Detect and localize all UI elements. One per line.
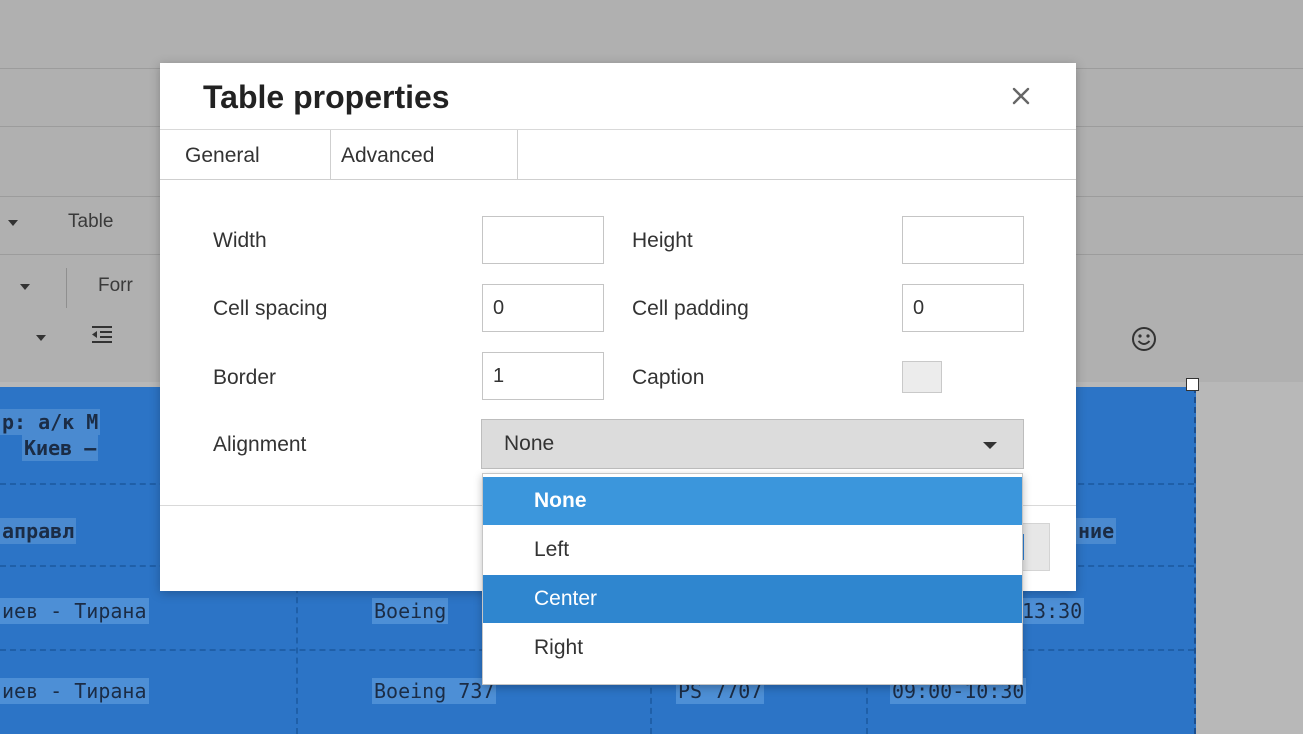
border-label: Border — [213, 366, 277, 389]
height-label: Height — [632, 229, 693, 252]
alignment-option-center[interactable]: Center — [483, 575, 1022, 623]
cell-spacing-label: Cell spacing — [213, 297, 328, 320]
emoticon-icon — [1131, 326, 1157, 352]
alignment-select-value: None — [504, 432, 555, 455]
alignment-option-right[interactable]: Right — [483, 624, 1022, 672]
table-cell: р: а/к М — [0, 409, 101, 435]
alignment-dropdown: None Left Center Right — [482, 473, 1023, 685]
caption-checkbox[interactable] — [902, 361, 942, 393]
table-resize-handle — [1186, 378, 1199, 391]
dialog-title: Table properties — [203, 79, 450, 115]
table-cell: Boeing 737 — [372, 678, 497, 704]
table-cell: иев - Тирана — [0, 678, 149, 704]
outdent-icon — [92, 326, 112, 344]
table-cell: аправл — [0, 518, 77, 544]
chevron-down-icon — [8, 220, 18, 226]
alignment-label: Alignment — [213, 433, 307, 456]
border-field[interactable] — [482, 352, 604, 400]
chevron-down-icon — [36, 335, 46, 341]
cell-spacing-field[interactable] — [482, 284, 604, 332]
alignment-select[interactable]: None — [481, 419, 1024, 469]
cell-padding-label: Cell padding — [632, 297, 749, 320]
chevron-down-icon — [20, 284, 30, 290]
chevron-down-icon — [983, 442, 997, 449]
width-field[interactable] — [482, 216, 604, 264]
table-cell: иев - Тирана — [0, 598, 149, 624]
tab-advanced[interactable]: Advanced — [330, 130, 518, 179]
table-cell: 13:30 — [1020, 598, 1085, 624]
caption-label: Caption — [632, 366, 705, 389]
menu-table: Table — [68, 211, 114, 232]
table-cell: Киев – — [22, 435, 99, 461]
height-field[interactable] — [902, 216, 1024, 264]
toolbar-format-button: Forr — [98, 275, 133, 296]
table-col-divider — [296, 567, 298, 734]
close-icon — [1012, 87, 1030, 105]
table-cell: ние — [1076, 518, 1117, 544]
toolbar-separator — [66, 268, 67, 308]
tab-general[interactable]: General — [185, 130, 260, 179]
cell-padding-field[interactable] — [902, 284, 1024, 332]
window-top-bar — [0, 0, 1303, 69]
alignment-option-none[interactable]: None — [483, 477, 1022, 525]
dialog-tabs: General Advanced — [160, 130, 1076, 180]
alignment-option-left[interactable]: Left — [483, 526, 1022, 574]
table-cell: Boeing — [372, 598, 449, 624]
width-label: Width — [213, 229, 267, 252]
close-button[interactable] — [1006, 81, 1036, 111]
